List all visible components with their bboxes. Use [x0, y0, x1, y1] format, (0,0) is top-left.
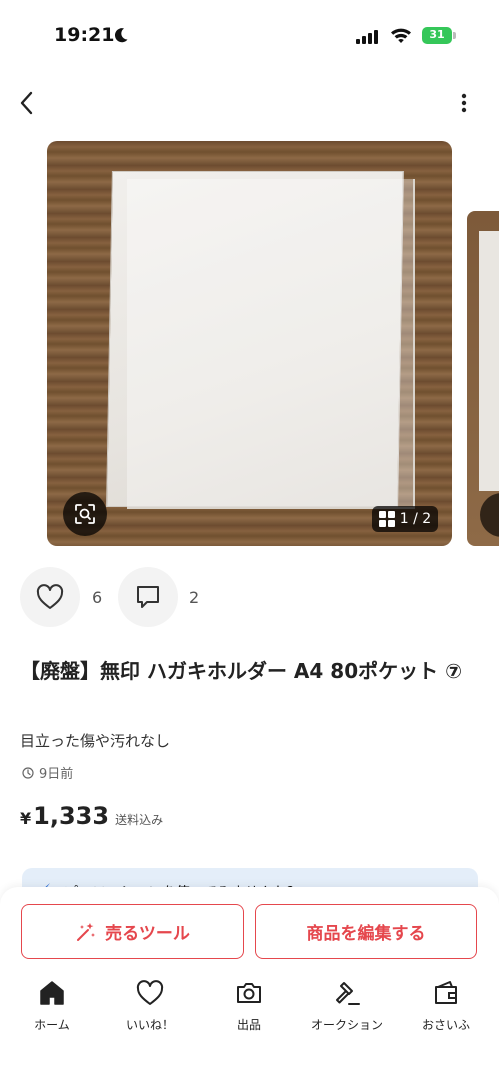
- tab-auction-label: オークション: [310, 1018, 383, 1032]
- home-icon: [40, 981, 64, 1005]
- tab-home[interactable]: ホーム: [4, 978, 100, 1033]
- edit-item-label: 商品を編集する: [306, 924, 426, 944]
- signal-icon: [356, 30, 378, 44]
- price-currency: ¥: [20, 809, 32, 828]
- image-search-button[interactable]: [63, 492, 107, 536]
- price: ¥ 1,333 送料込み: [20, 802, 163, 830]
- comment-count: 2: [189, 588, 200, 607]
- like-count: 6: [92, 588, 103, 607]
- edit-item-button[interactable]: 商品を編集する: [255, 904, 477, 959]
- image-counter: 1 / 2: [372, 506, 438, 532]
- sell-tools-button[interactable]: 売るツール: [21, 904, 244, 959]
- wifi-icon: [391, 28, 411, 43]
- heart-icon: [136, 980, 164, 1005]
- like-button[interactable]: [20, 567, 80, 627]
- lens-search-icon: [75, 504, 95, 524]
- clock-icon: [22, 766, 34, 779]
- tab-wallet[interactable]: おさいふ: [398, 978, 494, 1033]
- status-bar: 19:21 31: [0, 0, 499, 70]
- battery-level: 31: [429, 28, 445, 41]
- image-counter-text: 1 / 2: [399, 511, 432, 527]
- shipping-label: 送料込み: [115, 813, 164, 827]
- posted-time: 9日前: [22, 763, 73, 782]
- tab-sell-label: 出品: [236, 1018, 261, 1032]
- comment-button[interactable]: [118, 567, 178, 627]
- back-button[interactable]: [14, 88, 40, 118]
- tab-auction[interactable]: オークション: [299, 978, 395, 1033]
- magic-wand-icon: [77, 922, 96, 941]
- camera-icon: [237, 983, 261, 1003]
- tab-bar: ホーム いいね！ 出品 オークション おさいふ: [0, 978, 499, 1038]
- product-image[interactable]: [47, 141, 452, 546]
- tab-likes-label: いいね！: [125, 1018, 174, 1032]
- reaction-row: 6 2: [20, 567, 480, 627]
- sell-tools-label: 売るツール: [105, 924, 190, 944]
- tab-likes[interactable]: いいね！: [102, 978, 198, 1033]
- product-photo-overlay: [127, 179, 415, 509]
- tab-home-label: ホーム: [34, 1018, 70, 1032]
- wallet-icon: [435, 981, 457, 1004]
- comment-icon: [137, 586, 159, 608]
- grid-icon: [378, 511, 395, 527]
- tab-wallet-label: おさいふ: [421, 1018, 470, 1032]
- item-title: 【廃盤】無印 ハガキホルダー A4 80ポケット ⑦: [20, 659, 463, 683]
- gavel-icon: [336, 982, 360, 1005]
- moon-icon: [114, 28, 128, 43]
- battery-icon: 31: [422, 27, 456, 44]
- item-condition: 目立った傷や汚れなし: [20, 732, 171, 750]
- status-time: 19:21: [54, 24, 115, 46]
- price-value: 1,333: [33, 802, 110, 830]
- posted-time-text: 9日前: [39, 767, 74, 782]
- heart-icon: [36, 584, 64, 609]
- more-options-button[interactable]: [454, 90, 474, 116]
- tab-sell[interactable]: 出品: [201, 978, 297, 1033]
